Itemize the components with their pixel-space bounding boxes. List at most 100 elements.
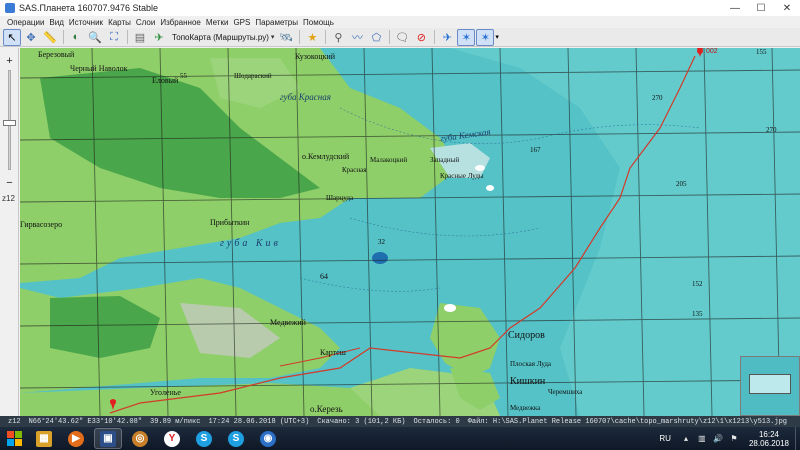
status-zoom: z12 [8, 417, 21, 426]
taskbar-skype-2[interactable]: S [222, 428, 250, 449]
map-label: Уголенье [150, 388, 181, 397]
menu-layers[interactable]: Слои [136, 18, 155, 27]
map-label: губа Кив [220, 238, 281, 249]
placemark-icon[interactable]: ⚲ [329, 29, 347, 46]
media-player-icon: ▶ [68, 430, 84, 447]
favorites-star-icon[interactable]: ★ [303, 29, 321, 46]
stop-icon[interactable]: ⊘ [412, 29, 430, 46]
fullscreen-icon[interactable]: ⛶ [105, 29, 123, 46]
taskbar-sas-planet[interactable]: ▣ [94, 428, 122, 449]
map-label: Западный [430, 156, 460, 164]
network-icon[interactable]: ▥ [697, 434, 707, 444]
route-marker-label: 002 [706, 48, 718, 55]
depth-label: 167 [530, 146, 541, 154]
polyline-icon[interactable]: 〰 [348, 29, 366, 46]
start-button[interactable] [2, 427, 26, 450]
chevron-down-icon: ▾ [270, 34, 275, 41]
show-desktop-button[interactable] [795, 427, 800, 450]
status-remaining: Осталось: 0 [413, 417, 460, 426]
toolbar-separator [434, 30, 436, 44]
toolbar-separator [127, 30, 128, 44]
chevron-down-icon[interactable]: ▾ [495, 33, 499, 41]
depth-label: 155 [756, 48, 767, 56]
menu-operations[interactable]: Операции [7, 18, 44, 27]
layers-icon[interactable]: ▤ [131, 29, 149, 46]
depth-label: 270 [652, 94, 663, 102]
map-label: Еловый [152, 76, 179, 85]
taskbar-skype[interactable]: S [190, 428, 218, 449]
map-label: о.Кемлудский [302, 152, 350, 161]
window-title: SAS.Планета 160707.9476 Stable [19, 3, 159, 13]
language-indicator[interactable]: RU [659, 434, 671, 443]
map-type-icon[interactable]: ◐ [67, 29, 85, 46]
menu-source[interactable]: Источник [69, 18, 103, 27]
map-label: Гирвасозеро [20, 220, 63, 229]
mini-map-viewport[interactable] [749, 374, 791, 394]
menu-maps[interactable]: Карты [108, 18, 131, 27]
app-icon [5, 3, 15, 13]
gps-center-icon[interactable]: ✶ [457, 28, 476, 46]
clock-date: 28.06.2018 [748, 438, 789, 448]
map-source-dropdown[interactable]: ТопоКарта (Маршруты.ру) ▾ [169, 29, 277, 46]
toolbar-separator [299, 30, 301, 44]
add-label-icon[interactable]: 🗨 [393, 29, 411, 46]
menu-favorites[interactable]: Избранное [160, 18, 201, 27]
map-label: Красная [342, 166, 367, 174]
map-label: Кузокоцкий [295, 52, 336, 61]
map-label: губа Кемская [439, 126, 492, 144]
taskbar-google-earth[interactable]: ◉ [254, 428, 282, 449]
map-labels: Березовый Черный Наволок Еловый Кузокоцк… [20, 48, 800, 416]
menu-help[interactable]: Помощь [303, 18, 334, 27]
map-source-label: ТопоКарта (Маршруты.ру) [172, 32, 269, 42]
status-time: 17:24 28.06.2018 (UTC+3) [208, 417, 310, 426]
zoom-out-button[interactable]: − [3, 176, 16, 189]
taskbar-media[interactable]: ▶ [62, 428, 90, 449]
mini-map[interactable] [740, 356, 800, 416]
satellite-icon[interactable]: 🛰 [277, 29, 295, 46]
map-label: Кишкин [510, 376, 546, 387]
move-icon[interactable]: ✥ [22, 29, 40, 46]
menu-gps[interactable]: GPS [233, 18, 250, 27]
ruler-icon[interactable]: 📏 [41, 29, 59, 46]
taskbar-explorer[interactable]: ▦ [30, 428, 58, 449]
taskbar-yandex[interactable]: Y [158, 428, 186, 449]
cursor-arrow-icon[interactable]: ↖ [3, 28, 21, 46]
minimize-button[interactable]: — [722, 0, 748, 16]
gps-follow-icon[interactable]: ✶ [476, 28, 495, 46]
map-label: Красные Луды [440, 172, 484, 180]
status-bar: z12 N66°24'43.62" E33°10'42.08" 39.89 м/… [0, 416, 800, 427]
map-label: Шодараский [234, 72, 272, 80]
flag-icon[interactable]: ⚑ [729, 434, 739, 444]
zoom-in-button[interactable]: + [3, 54, 16, 67]
taskbar-settings[interactable]: ◎ [126, 428, 154, 449]
volume-icon[interactable]: 🔊 [713, 434, 723, 444]
menu-placemarks[interactable]: Метки [206, 18, 229, 27]
map-label: Шарцуда [326, 194, 354, 202]
gps-track-icon[interactable]: ✈ [438, 29, 456, 46]
title-bar[interactable]: SAS.Планета 160707.9476 Stable — ☐ ✕ [0, 0, 800, 16]
depth-label: 135 [692, 310, 703, 318]
maximize-button[interactable]: ☐ [748, 0, 774, 16]
map-source-icon[interactable]: ✈ [150, 29, 168, 46]
status-downloaded: Скачано: 3 (101,2 КБ) [317, 417, 406, 426]
system-tray: RU ▴ ▥ 🔊 ⚑ 16:24 28.06.2018 [659, 427, 800, 450]
zoom-icon[interactable]: 🔍 [86, 29, 104, 46]
menu-view[interactable]: Вид [49, 18, 63, 27]
status-coords: N66°24'43.62" E33°10'42.08" [28, 417, 143, 426]
polygon-icon[interactable]: ⬠ [367, 29, 385, 46]
clock[interactable]: 16:24 28.06.2018 [749, 430, 789, 448]
route-marker-icon[interactable] [694, 48, 706, 60]
map-label: Картеш [320, 348, 346, 357]
close-button[interactable]: ✕ [774, 0, 800, 16]
depth-label: 205 [676, 180, 687, 188]
tray-arrow-icon[interactable]: ▴ [681, 434, 691, 444]
google-earth-icon: ◉ [260, 430, 276, 447]
menu-settings[interactable]: Параметры [255, 18, 298, 27]
zoom-slider-thumb[interactable] [3, 120, 16, 126]
start-marker-icon[interactable] [107, 398, 119, 412]
map-label: Медвежка [510, 404, 541, 412]
status-file: Файл: H:\SAS.Planet Release 160707\cache… [467, 417, 787, 426]
toolbar-separator [325, 30, 327, 44]
map-label: Березовый [38, 50, 75, 59]
map-view[interactable]: Березовый Черный Наволок Еловый Кузокоцк… [20, 48, 800, 416]
